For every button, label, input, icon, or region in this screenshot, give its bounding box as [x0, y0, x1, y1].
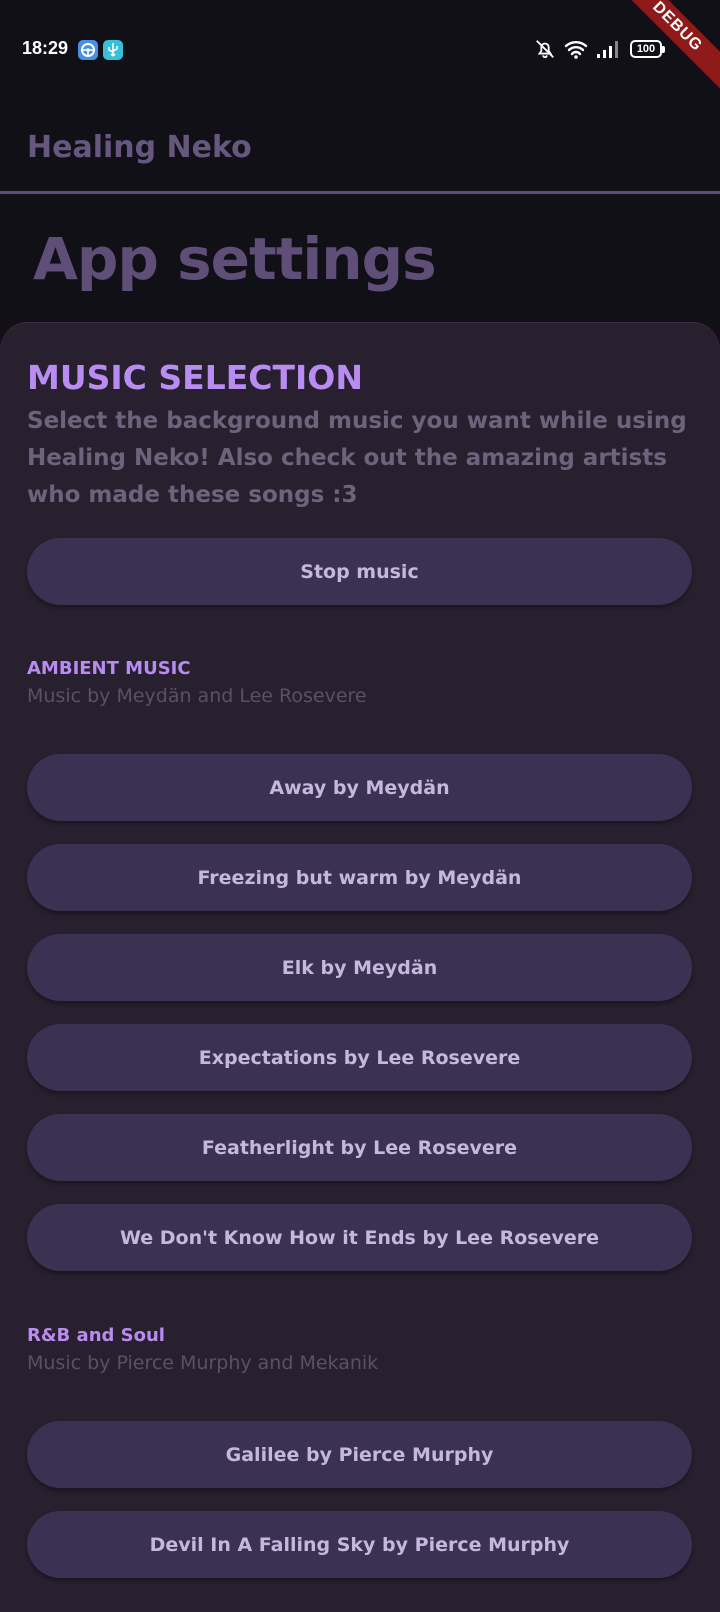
track-button[interactable]: Devil In A Falling Sky by Pierce Murphy	[27, 1511, 692, 1578]
track-button[interactable]: Featherlight by Lee Rosevere	[27, 1114, 692, 1181]
group-subtitle-ambient: Music by Meydän and Lee Rosevere	[27, 685, 367, 707]
music-section-title: MUSIC SELECTION	[27, 358, 363, 397]
track-button[interactable]: We Don't Know How it Ends by Lee Rosever…	[27, 1204, 692, 1271]
app-title: Healing Neko	[27, 130, 252, 165]
page-heading: App settings	[33, 225, 437, 293]
track-button[interactable]: Elk by Meydän	[27, 934, 692, 1001]
group-subtitle-rnb: Music by Pierce Murphy and Mekanik	[27, 1352, 379, 1374]
wifi-icon	[564, 38, 588, 60]
signal-icon	[596, 39, 622, 59]
track-button[interactable]: Galilee by Pierce Murphy	[27, 1421, 692, 1488]
battery-level: 100	[630, 40, 662, 58]
settings-sheet: MUSIC SELECTION Select the background mu…	[0, 322, 720, 1612]
track-button[interactable]: Freezing but warm by Meydän	[27, 844, 692, 911]
track-button[interactable]: Expectations by Lee Rosevere	[27, 1024, 692, 1091]
app-bar: Healing Neko	[0, 100, 720, 194]
battery-tip	[662, 45, 665, 53]
group-title-rnb: R&B and Soul	[27, 1325, 165, 1346]
battery-icon: 100	[630, 40, 665, 58]
group-title-ambient: AMBIENT MUSIC	[27, 658, 191, 679]
status-indicators: 100	[534, 38, 665, 60]
status-bar: 18:29 100	[0, 0, 720, 100]
track-button[interactable]: Away by Meydän	[27, 754, 692, 821]
status-time: 18:29	[22, 38, 69, 58]
stop-music-button[interactable]: Stop music	[27, 538, 692, 605]
music-section-description: Select the background music you want whi…	[27, 408, 687, 508]
bell-off-icon	[534, 38, 556, 60]
steering-wheel-icon	[78, 40, 98, 60]
usb-icon	[103, 40, 123, 60]
